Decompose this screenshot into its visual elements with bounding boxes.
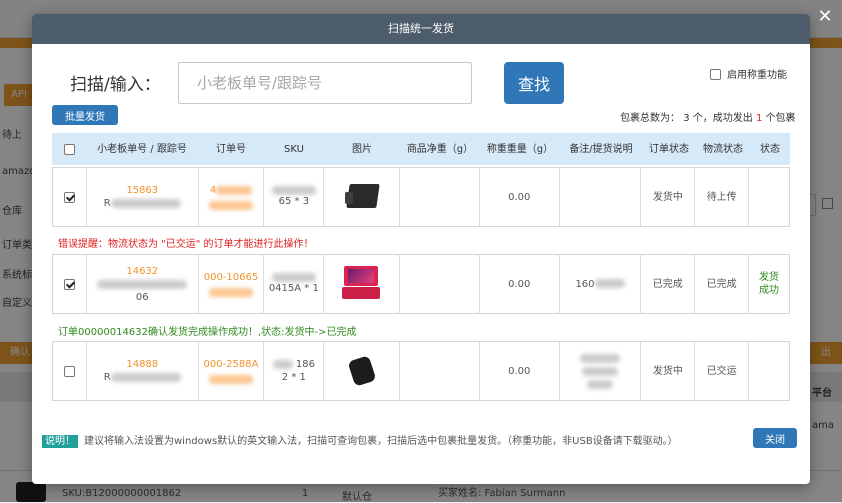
order-number-cell: 000-2588A [199,342,265,400]
note-cell [560,342,642,400]
table-row: 14888 R 000-2588A 186 2 * 1 0.00 发货中 已交运 [52,341,790,401]
column-header: 商品净重（g） [406,143,474,155]
package-summary: 包裹总数为： 3 个，成功发出 1 个包裹 [620,109,796,124]
column-header: 称重重量（g） [486,143,554,155]
gross-weight-cell: 0.00 [480,255,560,313]
sku-cell: 65 * 3 [264,168,325,226]
table-header: 小老板单号 / 跟踪号 订单号 SKU 图片 商品净重（g） 称重重量（g） 备… [52,133,790,165]
row-checkbox[interactable] [63,365,75,377]
tracking-number: R [104,371,181,384]
table-row: 15863 R 4 65 * 3 0.00 发货中 待上传 [52,167,790,227]
order-number[interactable]: 000-2588A [204,358,259,371]
status-cell [749,168,789,226]
sku-text: 65 * 3 [278,196,310,207]
logistics-status-cell: 已交运 [695,342,750,400]
success-message: 订单00000014632确认发货完成操作成功！,状态:发货中->已完成 [58,327,357,338]
note-cell [560,168,642,226]
row-checkbox-cell [53,342,87,400]
column-header: 订单号 [216,143,246,155]
tracking-cell: 14888 R [87,342,199,400]
batch-ship-button[interactable]: 批量发货 [52,105,118,125]
column-header: 物流状态 [703,143,743,155]
product-image-cell [324,255,401,313]
logistics-status-cell: 已完成 [695,255,750,313]
tracking-cell: 15863 R [87,168,199,226]
net-weight-cell [400,255,480,313]
order-status-cell: 发货中 [641,342,696,400]
scan-ship-modal: 扫描统一发货 扫描/输入： 查找 启用称重功能 批量发货 包裹总数为： 3 个，… [32,14,810,484]
product-image-cell [324,342,401,400]
order-number[interactable]: 4 [210,184,253,197]
gross-weight-cell: 0.00 [480,168,560,226]
select-all-checkbox[interactable] [63,143,75,155]
note-text: 160 [575,278,595,290]
tracking-cell: 14632 06 [87,255,199,313]
order-number-cell: 000-10665 [199,255,265,313]
sku-cell: 0415A * 1 [264,255,325,313]
column-header: 订单状态 [649,143,689,155]
tracking-number: 06 [135,291,149,303]
logistics-status-cell: 待上传 [695,168,750,226]
tracking-number: R [104,197,181,210]
product-image [342,182,382,212]
sku-cell: 186 2 * 1 [264,342,325,400]
order-id[interactable]: 14888 [126,358,158,371]
order-number-cell: 4 [199,168,265,226]
column-header: 小老板单号 / 跟踪号 [97,143,187,155]
close-button[interactable]: 关闭 [753,428,797,448]
sku-text: 2 * 1 [281,372,306,383]
sku-text: 0415A * 1 [268,283,319,294]
select-all-cell [52,133,86,165]
row-checkbox-cell [53,168,87,226]
status-cell: 发货成功 [759,272,780,296]
summary-suffix: 个包裹 [765,113,796,124]
table-row: 14632 06 000-10665 0415A * 1 0.00 160 已完… [52,254,790,314]
help-note-text: 建议将输入法设置为windows默认的英文输入法，扫描可查询包裹，扫描后选中包裹… [84,436,678,447]
order-status-cell: 发货中 [641,168,696,226]
weigh-checkbox[interactable] [710,69,721,80]
weigh-toggle[interactable]: 启用称重功能 [710,66,787,81]
net-weight-cell [400,168,480,226]
row-checkbox-cell [53,255,87,313]
scan-input[interactable] [178,62,472,104]
order-id[interactable]: 14632 [126,265,158,278]
product-image-cell [324,168,401,226]
summary-prefix: 包裹总数为： [620,113,680,124]
row-checkbox[interactable] [63,278,75,290]
sku-extra: 186 [295,359,315,370]
scan-label: 扫描/输入： [70,75,161,95]
product-image [340,266,384,302]
net-weight-cell [400,342,480,400]
error-message: 错误提醒：物流状态为 "已交运" 的订单才能进行此操作！ [58,239,314,250]
order-status-cell: 已完成 [641,255,696,313]
summary-mid: 个，成功发出 [692,113,753,124]
column-header: 状态 [760,143,780,155]
summary-total: 3 [683,113,690,124]
order-number[interactable]: 000-10665 [204,271,259,284]
product-image [347,354,377,388]
help-note: 说明！ 建议将输入法设置为windows默认的英文输入法，扫描可查询包裹，扫描后选… [42,432,678,448]
column-header: 图片 [352,143,372,155]
row-checkbox[interactable] [63,191,75,203]
column-header: 备注/提货说明 [569,143,633,155]
modal-title: 扫描统一发货 [32,14,810,44]
summary-success-count: 1 [755,113,763,124]
status-cell [749,342,789,400]
column-header: SKU [284,143,304,155]
gross-weight-cell: 0.00 [480,342,560,400]
note-cell: 160 [560,255,642,313]
find-button[interactable]: 查找 [504,62,564,104]
weigh-label: 启用称重功能 [727,70,787,81]
close-icon[interactable]: ✕ [814,6,836,28]
order-id[interactable]: 15863 [126,184,158,197]
help-note-tag: 说明！ [42,435,78,448]
